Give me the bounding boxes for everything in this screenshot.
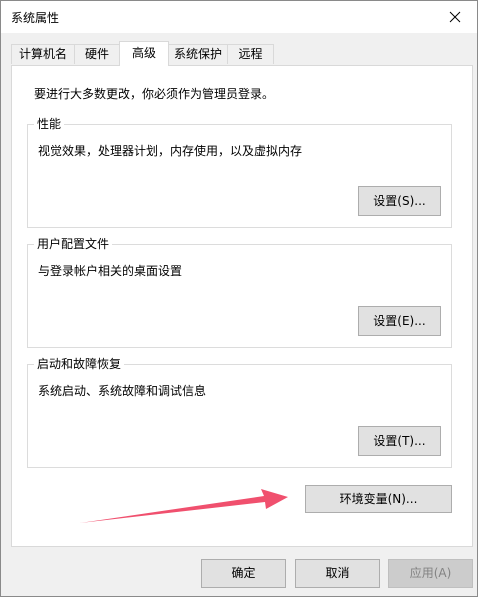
advanced-tab-panel: 要进行大多数更改，你必须作为管理员登录。 性能 视觉效果，处理器计划，内存使用，… bbox=[11, 65, 473, 547]
performance-settings-button[interactable]: 设置(S)... bbox=[358, 186, 441, 216]
admin-note: 要进行大多数更改，你必须作为管理员登录。 bbox=[34, 87, 275, 101]
tab-computer-name[interactable]: 计算机名 bbox=[11, 44, 75, 64]
cancel-button[interactable]: 取消 bbox=[295, 559, 380, 588]
tab-hardware[interactable]: 硬件 bbox=[74, 44, 120, 64]
apply-button: 应用(A) bbox=[388, 559, 473, 588]
user-profiles-group: 用户配置文件 与登录帐户相关的桌面设置 设置(E)... bbox=[27, 236, 452, 348]
startup-recovery-title: 启动和故障恢复 bbox=[34, 356, 125, 372]
tab-advanced[interactable]: 高级 bbox=[119, 41, 169, 66]
performance-description: 视觉效果，处理器计划，内存使用，以及虚拟内存 bbox=[38, 144, 303, 158]
performance-group: 性能 视觉效果，处理器计划，内存使用，以及虚拟内存 设置(S)... bbox=[27, 116, 452, 228]
startup-recovery-settings-button[interactable]: 设置(T)... bbox=[358, 426, 441, 456]
tab-system-protection[interactable]: 系统保护 bbox=[168, 44, 228, 64]
startup-recovery-group: 启动和故障恢复 系统启动、系统故障和调试信息 设置(T)... bbox=[27, 356, 452, 468]
system-properties-window: 系统属性 计算机名 硬件 高级 系统保护 远程 要进行大多数更改，你必须作为管理… bbox=[0, 0, 478, 597]
ok-button[interactable]: 确定 bbox=[201, 559, 286, 588]
title-bar: 系统属性 bbox=[1, 1, 477, 33]
startup-recovery-description: 系统启动、系统故障和调试信息 bbox=[38, 384, 207, 398]
environment-variables-button[interactable]: 环境变量(N)... bbox=[305, 485, 452, 513]
window-title: 系统属性 bbox=[11, 11, 60, 25]
user-profiles-settings-button[interactable]: 设置(E)... bbox=[358, 306, 441, 336]
tab-remote[interactable]: 远程 bbox=[227, 44, 274, 64]
close-button[interactable] bbox=[433, 1, 477, 33]
performance-title: 性能 bbox=[34, 116, 65, 132]
close-icon bbox=[449, 11, 461, 23]
user-profiles-description: 与登录帐户相关的桌面设置 bbox=[38, 264, 183, 278]
user-profiles-title: 用户配置文件 bbox=[34, 236, 113, 252]
